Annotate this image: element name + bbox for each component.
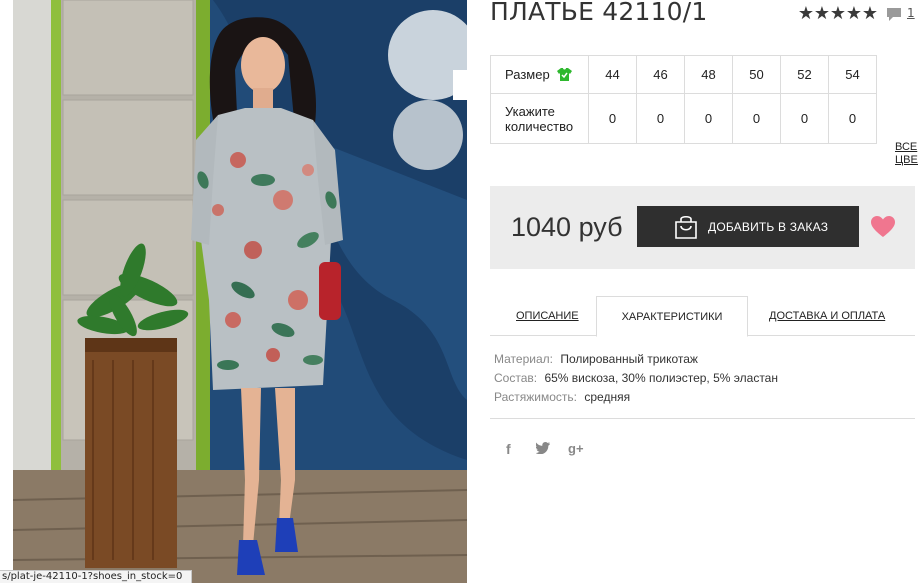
add-to-order-button[interactable]: ДОБАВИТЬ В ЗАКАЗ [637, 206, 859, 247]
status-bar-url: s/plat-je-42110-1?shoes_in_stock=0 [0, 570, 192, 583]
product-price: 1040 руб [511, 212, 623, 242]
size-value: 46 [636, 55, 685, 94]
star-icon[interactable]: ★ [797, 3, 814, 24]
rating-stars[interactable]: ★ ★ ★ ★ ★ [797, 3, 878, 24]
product-title: ПЛАТЬЕ 42110/1 [490, 0, 708, 26]
star-icon[interactable]: ★ [829, 3, 846, 24]
quantity-input[interactable]: 0 [732, 93, 781, 144]
quantity-header-cell: Укажите количество [490, 93, 589, 144]
spec-value: средняя [584, 390, 631, 404]
star-icon[interactable]: ★ [813, 3, 830, 24]
size-quantity-table: Размер 44 46 48 50 52 54 Укажите количес… [490, 55, 877, 144]
tab-characteristics-label: ХАРАКТЕРИСТИКИ [621, 311, 723, 323]
twitter-icon[interactable] [535, 441, 568, 457]
quantity-label-line1: Укажите [505, 103, 555, 119]
star-icon[interactable]: ★ [861, 3, 878, 24]
size-header-cell: Размер [490, 55, 589, 94]
social-share: f g+ [506, 441, 598, 457]
comment-icon[interactable] [886, 7, 902, 22]
spec-key: Состав: [494, 371, 538, 385]
tab-description-label: ОПИСАНИЕ [516, 310, 579, 322]
size-value: 50 [732, 55, 781, 94]
quantity-input[interactable]: 0 [780, 93, 829, 144]
quantity-label-line2: количество [505, 118, 574, 134]
price-panel: 1040 руб ДОБАВИТЬ В ЗАКАЗ [490, 186, 915, 269]
quantity-input[interactable]: 0 [636, 93, 685, 144]
size-label: Размер [505, 67, 550, 82]
quantity-input[interactable]: 0 [684, 93, 733, 144]
spec-row-stretch: Растяжимость: средняя [494, 388, 778, 407]
all-colors-line1: ВСЕ [895, 141, 918, 153]
shopping-bag-icon [675, 215, 697, 239]
size-chart-icon[interactable] [556, 67, 573, 82]
tab-delivery-label: ДОСТАВКА И ОПЛАТА [769, 310, 886, 322]
size-row: Размер 44 46 48 50 52 54 [490, 55, 877, 94]
spec-value: 65% вискоза, 30% полиэстер, 5% эластан [544, 371, 778, 385]
spec-key: Материал: [494, 352, 553, 366]
size-value: 48 [684, 55, 733, 94]
add-to-order-label: ДОБАВИТЬ В ЗАКАЗ [708, 219, 829, 234]
google-plus-icon[interactable]: g+ [568, 441, 598, 457]
quantity-row: Укажите количество 0 0 0 0 0 0 [490, 93, 877, 144]
product-tabs: ОПИСАНИЕ ХАРАКТЕРИСТИКИ ДОСТАВКА И ОПЛАТ… [490, 296, 915, 337]
star-icon[interactable]: ★ [845, 3, 862, 24]
characteristics-list: Материал: Полированный трикотаж Состав: … [494, 350, 778, 407]
reviews-count-link[interactable]: 1 [907, 6, 915, 20]
all-colors-link[interactable]: ВСЕ ЦВЕТ [895, 141, 918, 167]
favorite-heart-icon[interactable] [871, 216, 895, 238]
facebook-icon[interactable]: f [506, 441, 536, 457]
tab-delivery-payment[interactable]: ДОСТАВКА И ОПЛАТА [769, 296, 885, 336]
spec-key: Растяжимость: [494, 390, 578, 404]
tab-description[interactable]: ОПИСАНИЕ [516, 296, 579, 336]
quantity-input[interactable]: 0 [588, 93, 637, 144]
quantity-input[interactable]: 0 [828, 93, 877, 144]
spec-row-material: Материал: Полированный трикотаж [494, 350, 778, 369]
spec-row-composition: Состав: 65% вискоза, 30% полиэстер, 5% э… [494, 369, 778, 388]
tab-characteristics[interactable]: ХАРАКТЕРИСТИКИ [596, 296, 748, 337]
product-photo[interactable] [13, 0, 467, 583]
size-value: 52 [780, 55, 829, 94]
size-value: 44 [588, 55, 637, 94]
size-value: 54 [828, 55, 877, 94]
all-colors-line2: ЦВЕТ [895, 154, 918, 166]
dress-photo-illustration [13, 0, 467, 583]
twitter-bird-icon [535, 442, 550, 455]
divider [490, 418, 915, 419]
spec-value: Полированный трикотаж [560, 352, 698, 366]
